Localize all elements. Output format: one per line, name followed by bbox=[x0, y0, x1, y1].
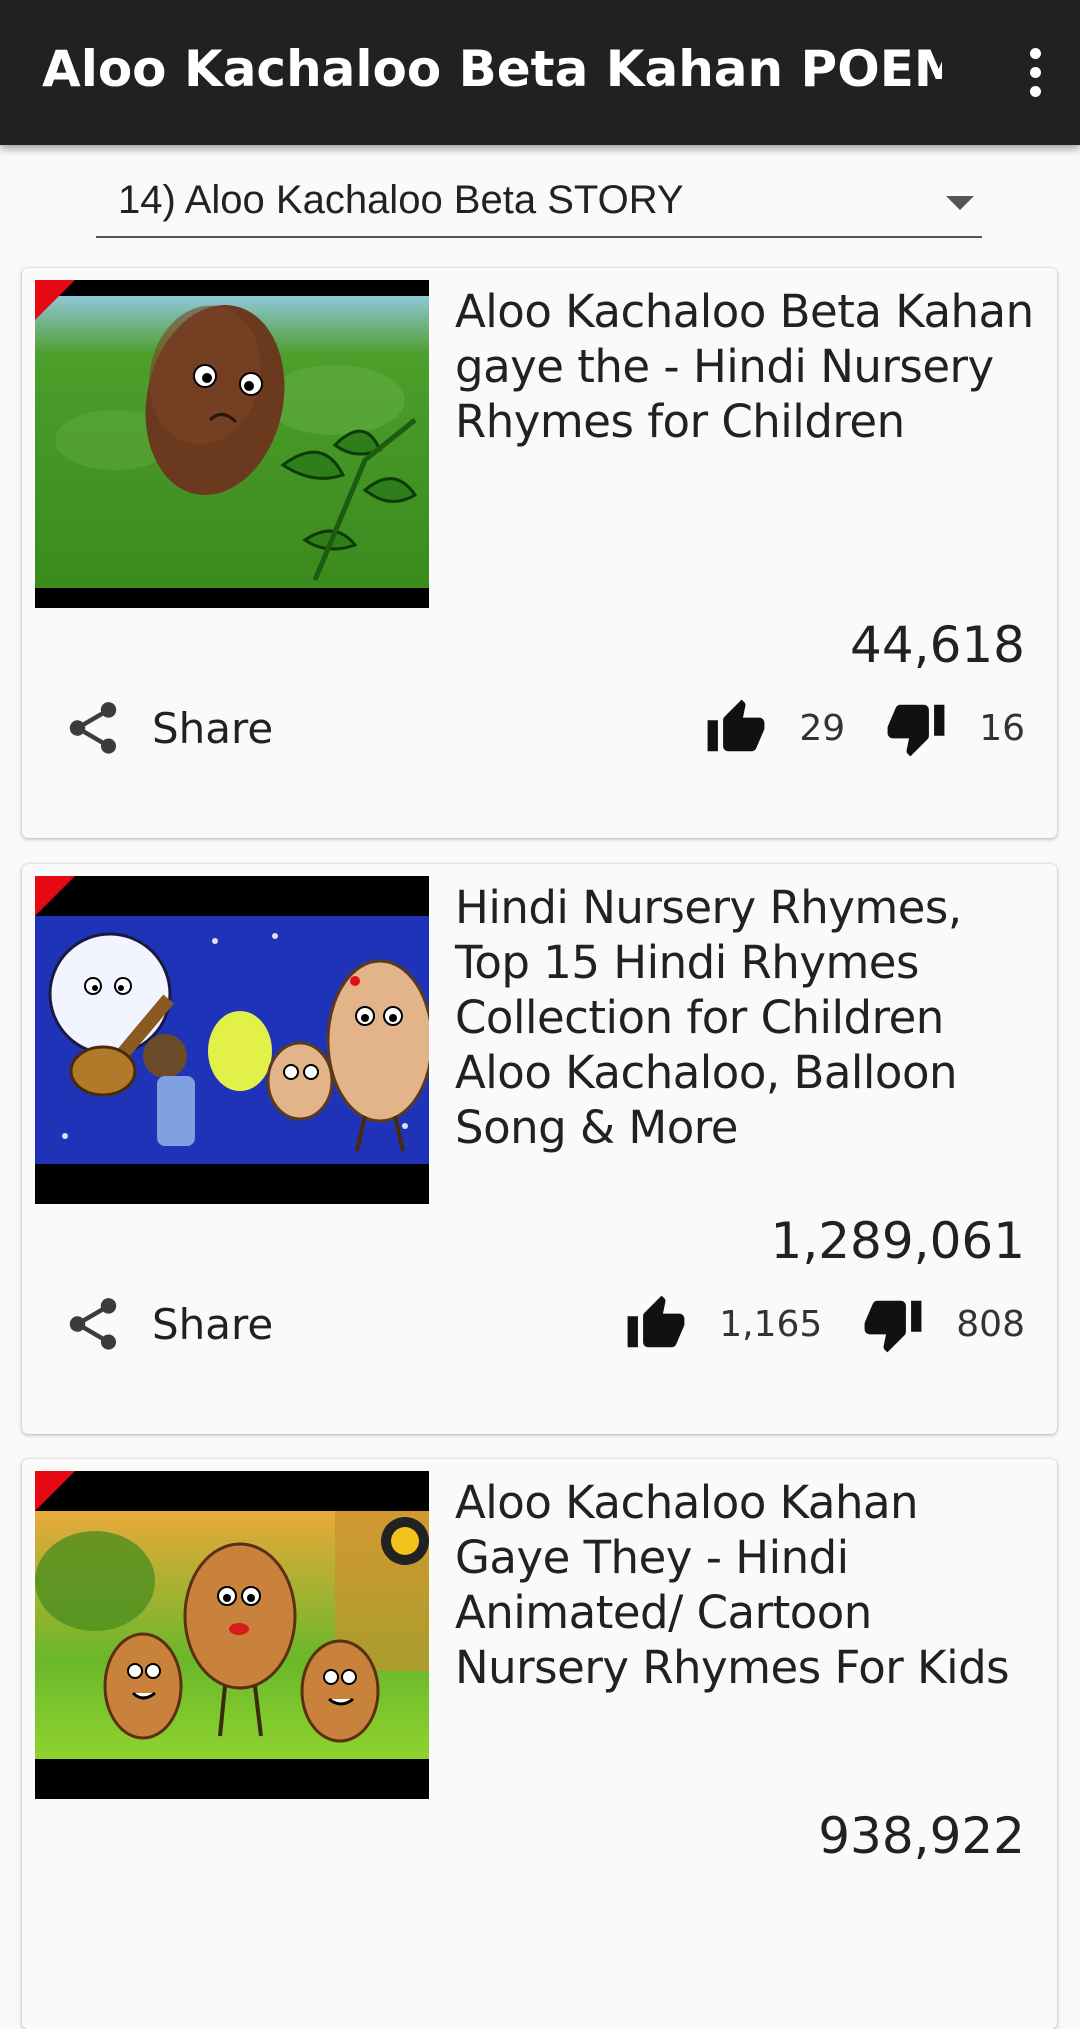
thumbs-down-icon[interactable] bbox=[862, 1293, 924, 1355]
video-card[interactable]: Aloo Kachaloo Beta Kahan gaye the - Hind… bbox=[22, 268, 1057, 838]
share-label: Share bbox=[152, 703, 274, 753]
dropdown-arrow-icon bbox=[946, 196, 974, 210]
like-count: 29 bbox=[799, 707, 846, 749]
share-label: Share bbox=[152, 1299, 274, 1349]
video-card[interactable]: Aloo Kachaloo Kahan Gaye They - Hindi An… bbox=[22, 1459, 1057, 2029]
more-vert-icon[interactable] bbox=[990, 30, 1080, 115]
app-title: Aloo Kachaloo Beta Kahan POEM Vi... bbox=[42, 40, 942, 98]
thumbs-down-icon[interactable] bbox=[885, 697, 947, 759]
share-icon bbox=[69, 1298, 117, 1350]
video-thumbnail[interactable] bbox=[35, 280, 429, 608]
video-title[interactable]: Aloo Kachaloo Kahan Gaye They - Hindi An… bbox=[455, 1475, 1035, 1695]
thumbs-up-icon[interactable] bbox=[625, 1293, 687, 1355]
like-count: 1,165 bbox=[719, 1303, 823, 1345]
share-button[interactable]: Share bbox=[62, 688, 273, 768]
view-count: 44,618 bbox=[850, 616, 1025, 674]
playlist-selected-label: 14) Aloo Kachaloo Beta STORY bbox=[118, 178, 684, 222]
video-thumbnail[interactable] bbox=[35, 876, 429, 1204]
video-card[interactable]: Hindi Nursery Rhymes, Top 15 Hindi Rhyme… bbox=[22, 864, 1057, 1434]
share-icon bbox=[69, 702, 117, 754]
thumbnail-image bbox=[35, 280, 429, 608]
app-bar: Aloo Kachaloo Beta Kahan POEM Vi... bbox=[0, 0, 1080, 145]
thumbnail-image bbox=[35, 876, 429, 1204]
video-title[interactable]: Hindi Nursery Rhymes, Top 15 Hindi Rhyme… bbox=[455, 880, 1035, 1155]
rating-stats: 1,165 808 bbox=[625, 1284, 1025, 1364]
share-button[interactable]: Share bbox=[62, 1284, 273, 1364]
thumbnail-image bbox=[35, 1471, 429, 1799]
dislike-count: 808 bbox=[956, 1303, 1025, 1345]
dislike-count: 16 bbox=[979, 707, 1025, 749]
rating-stats: 29 16 bbox=[705, 688, 1025, 768]
video-thumbnail[interactable] bbox=[35, 1471, 429, 1799]
flag-icon bbox=[35, 1471, 75, 1511]
flag-icon bbox=[35, 876, 75, 916]
playlist-dropdown[interactable]: 14) Aloo Kachaloo Beta STORY bbox=[96, 172, 982, 238]
view-count: 1,289,061 bbox=[770, 1212, 1025, 1270]
flag-icon bbox=[35, 280, 75, 320]
view-count: 938,922 bbox=[818, 1807, 1025, 1865]
video-title[interactable]: Aloo Kachaloo Beta Kahan gaye the - Hind… bbox=[455, 284, 1035, 449]
thumbs-up-icon[interactable] bbox=[705, 697, 767, 759]
